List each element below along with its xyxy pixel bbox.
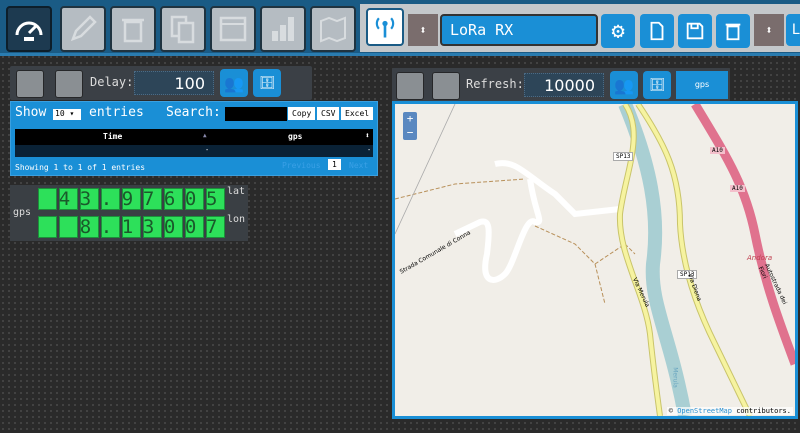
lat-value: 43.97605 — [58, 188, 227, 210]
table-button[interactable] — [210, 6, 256, 52]
chart-button[interactable] — [260, 6, 306, 52]
table-info: Showing 1 to 1 of 1 entries — [15, 163, 146, 172]
page-size-value: 10 — [55, 109, 65, 118]
refresh-input[interactable]: 10000 — [524, 73, 604, 97]
table-icon — [219, 16, 247, 42]
map-icon — [320, 16, 346, 43]
users-icon: 👥 — [614, 75, 634, 95]
csv-button[interactable]: CSV — [317, 107, 340, 120]
lon-label: lon — [227, 214, 246, 225]
copy-icon — [170, 15, 195, 44]
refresh-label: Refresh: — [466, 77, 524, 91]
device-name-field[interactable]: LoRa RX — [440, 14, 598, 46]
zoom-in-button[interactable]: + — [403, 112, 417, 126]
delay-label: Delay: — [90, 75, 134, 89]
map-view[interactable]: SP13 SP13 A10 A10 Andora Via Merula Via … — [392, 101, 798, 419]
top-toolbar: ⬍ LoRa RX ⚙ ⬍ L — [0, 0, 800, 56]
antenna-button[interactable] — [366, 8, 404, 46]
clear-map-button[interactable] — [432, 72, 460, 100]
bar-chart-icon — [272, 17, 294, 41]
delete-device-button[interactable] — [716, 14, 750, 48]
map-tiles — [395, 104, 795, 416]
new-button[interactable] — [640, 14, 674, 48]
device-spinner[interactable]: ⬍ — [408, 14, 438, 46]
cell-time: - — [205, 146, 210, 154]
search-input[interactable] — [225, 107, 287, 121]
copy-button[interactable] — [160, 6, 206, 52]
next-button[interactable]: Next — [349, 161, 368, 170]
sort-asc-icon: ▲ — [203, 132, 207, 139]
attribution-suffix: contributors. — [731, 407, 791, 415]
delay-input[interactable]: 100 — [134, 71, 214, 95]
right-panel-toolbar: Refresh: 10000 👥 🗄 gps — [392, 68, 730, 102]
left-panel-toolbar: Delay: 100 👥 🗄 — [10, 66, 312, 100]
users-icon: 👥 — [224, 73, 244, 93]
data-table-panel: Show 10 ▾ entries Search: Copy CSV Excel… — [10, 101, 378, 176]
excel-button[interactable]: Excel — [341, 107, 374, 120]
gps-tag-button[interactable]: gps — [676, 71, 728, 99]
save-button[interactable] — [678, 14, 712, 48]
map-view-button[interactable] — [396, 72, 424, 100]
settings-button[interactable]: ⚙ — [601, 14, 635, 48]
map-attribution: © OpenStreetMap contributors. — [666, 407, 793, 415]
edit-button[interactable] — [60, 6, 106, 52]
column-gps[interactable]: gps — [288, 132, 302, 141]
a10-shield: A10 — [710, 147, 725, 154]
second-spinner[interactable]: ⬍ — [754, 14, 784, 46]
device-toolbar: ⬍ LoRa RX ⚙ ⬍ L — [360, 4, 800, 52]
gps-lcd-widget: gps 43.97605 8.13007 lat lon — [10, 185, 248, 241]
show-label: Show — [15, 105, 47, 120]
clear-db-button[interactable]: 🗄 — [253, 69, 281, 97]
database-delete-icon: 🗄 — [258, 75, 276, 91]
previous-button[interactable]: Previous — [282, 161, 321, 170]
dashboard-button[interactable] — [6, 6, 52, 52]
page-size-select[interactable]: 10 ▾ — [53, 109, 81, 120]
zoom-controls: + − — [403, 112, 417, 140]
entries-label: entries — [89, 105, 144, 120]
group-button[interactable]: 👥 — [610, 71, 638, 99]
merula-river-label: Merula — [671, 367, 679, 388]
clear-button[interactable] — [55, 70, 83, 98]
new-file-icon — [650, 21, 664, 41]
save-icon — [686, 22, 704, 40]
delete-button[interactable] — [110, 6, 156, 52]
table-row[interactable]: - - — [15, 145, 373, 157]
table-view-button[interactable] — [16, 70, 44, 98]
andora-label: Andora — [747, 254, 773, 262]
map-button[interactable] — [310, 6, 356, 52]
cell-gps: - — [367, 146, 372, 154]
lat-label: lat — [227, 186, 246, 197]
zoom-out-button[interactable]: − — [403, 126, 417, 140]
osm-link[interactable]: OpenStreetMap — [677, 407, 732, 415]
pencil-icon — [70, 15, 97, 42]
copy-button[interactable]: Copy — [288, 107, 316, 120]
gps-label: gps — [13, 207, 32, 218]
dashboard-icon — [15, 21, 43, 41]
attribution-prefix: © — [668, 407, 678, 415]
gear-icon: ⚙ — [611, 18, 625, 44]
search-label: Search: — [166, 105, 221, 120]
second-field[interactable]: L — [786, 14, 800, 46]
database-delete-icon: 🗄 — [648, 77, 666, 93]
a10-shield-2: A10 — [730, 185, 745, 192]
lon-value: 8.13007 — [79, 216, 227, 238]
sort-icon: ⬍ — [365, 131, 370, 140]
trash-icon — [725, 23, 741, 41]
clear-db-button[interactable]: 🗄 — [643, 71, 671, 99]
column-time[interactable]: Time — [103, 132, 122, 141]
antenna-icon — [375, 17, 395, 38]
sp13-shield: SP13 — [613, 152, 634, 161]
trash-icon — [122, 18, 144, 43]
page-1-button[interactable]: 1 — [328, 159, 341, 170]
group-button[interactable]: 👥 — [220, 69, 248, 97]
table-header: Time ▲ gps ⬍ — [15, 129, 373, 145]
